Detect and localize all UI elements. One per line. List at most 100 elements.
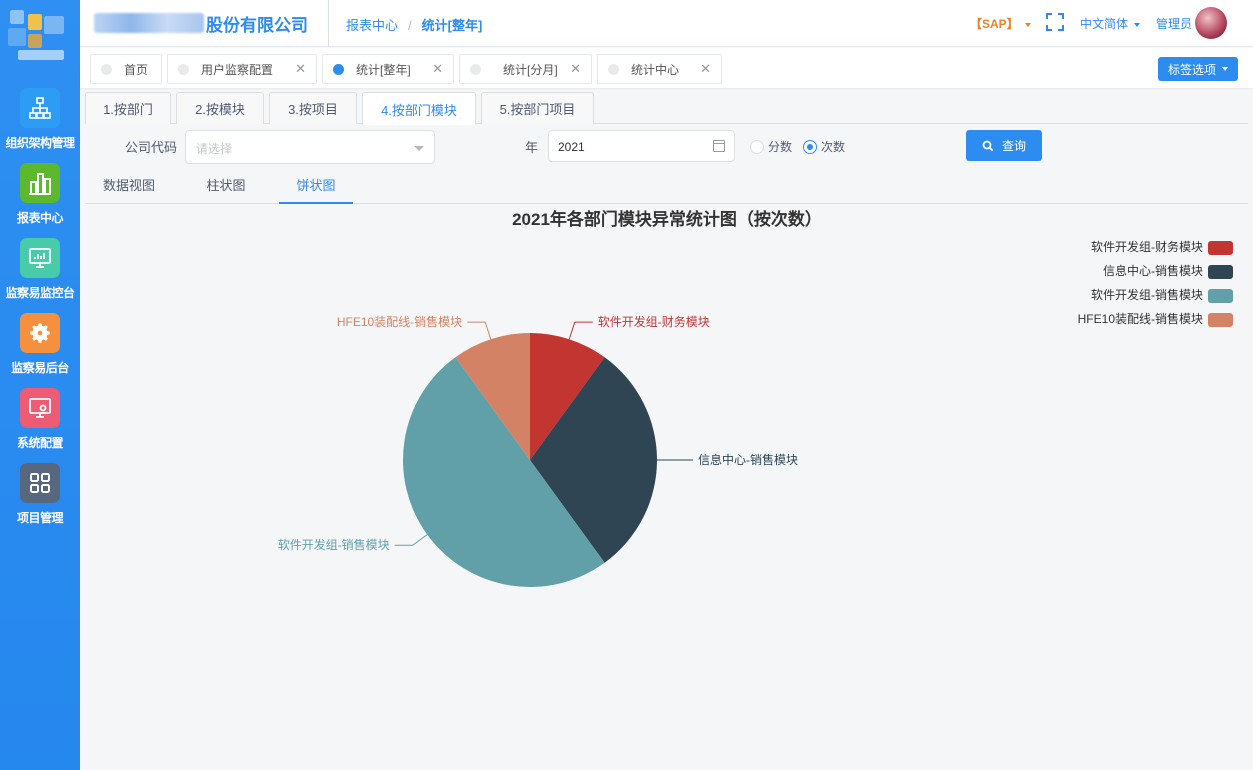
chevron-down-icon	[414, 146, 424, 151]
page-tab-user-config[interactable]: 用户监察配置 ✕	[167, 54, 317, 84]
legend-label[interactable]: 软件开发组-销售模块	[1091, 287, 1203, 302]
sidebar-item-label: 系统配置	[16, 436, 64, 450]
page-tab-stats-center[interactable]: 统计中心 ✕	[597, 54, 722, 84]
slice-label: 软件开发组-销售模块	[278, 537, 390, 552]
company-code-select[interactable]: 请选择	[185, 130, 435, 164]
company-code-placeholder: 请选择	[196, 142, 233, 156]
year-value: 2021	[558, 140, 585, 154]
tag-options-label: 标签选项	[1167, 62, 1216, 77]
chevron-down-icon	[1222, 67, 1228, 71]
header-divider	[328, 0, 329, 47]
legend-swatch[interactable]	[1208, 241, 1233, 255]
year-picker[interactable]: 2021	[548, 130, 735, 162]
view-tab-bar[interactable]: 柱状图	[185, 172, 267, 204]
user-name[interactable]: 管理员	[1156, 15, 1192, 32]
tab-label: 统计[分月]	[503, 62, 558, 77]
tab-dot	[608, 63, 619, 75]
legend-label[interactable]: 信息中心-销售模块	[1103, 263, 1203, 278]
sub-tab-project[interactable]: 3.按项目	[269, 92, 357, 124]
sidebar-item-label: 监察易后台	[11, 361, 69, 375]
view-tab-pie[interactable]: 饼状图	[279, 172, 353, 204]
view-tabs: 数据视图 柱状图 饼状图	[85, 172, 1248, 204]
legend-label[interactable]: HFE10装配线-销售模块	[1078, 311, 1203, 326]
radio-label: 次数	[821, 140, 846, 154]
close-icon[interactable]: ✕	[570, 61, 581, 77]
sidebar-item-project[interactable]: 项目管理	[0, 463, 80, 538]
language-label: 中文简体	[1080, 17, 1129, 31]
sap-dropdown[interactable]: 【SAP】	[970, 15, 1031, 32]
avatar[interactable]	[1195, 7, 1227, 39]
year-label: 年	[525, 140, 539, 155]
breadcrumb-item[interactable]: 报表中心	[346, 18, 398, 33]
sub-tab-dept[interactable]: 1.按部门	[85, 92, 171, 124]
org-chart-icon	[20, 88, 60, 128]
page-tab-home[interactable]: 首页	[90, 54, 162, 84]
tab-dot	[101, 63, 112, 75]
query-label: 查询	[1001, 139, 1026, 153]
search-icon	[982, 140, 994, 151]
query-button[interactable]: 查询	[966, 130, 1042, 161]
legend-label[interactable]: 软件开发组-财务模块	[1091, 239, 1203, 254]
page-tab-year-stats[interactable]: 统计[整年] ✕	[322, 54, 454, 84]
sidebar: 组织架构管理 报表中心 监察易监控台 监察易后台 系统配置 项目管理	[0, 0, 80, 770]
sidebar-item-monitor[interactable]: 监察易监控台	[0, 238, 80, 313]
company-name: 股份有限公司	[94, 10, 308, 36]
tab-dot	[470, 63, 481, 75]
close-icon[interactable]: ✕	[700, 61, 711, 77]
company-suffix: 股份有限公司	[206, 15, 308, 35]
legend-swatch[interactable]	[1208, 313, 1233, 327]
tab-dot	[178, 63, 189, 75]
slice-label: HFE10装配线-销售模块	[337, 314, 462, 329]
radio-score[interactable]: 分数	[750, 138, 792, 155]
monitor-icon	[20, 238, 60, 278]
radio-circle	[750, 139, 764, 154]
fullscreen-icon[interactable]	[1046, 13, 1064, 34]
view-tab-data[interactable]: 数据视图	[85, 172, 173, 204]
tab-label: 用户监察配置	[201, 62, 274, 77]
sidebar-item-org[interactable]: 组织架构管理	[0, 88, 80, 163]
sidebar-item-label: 监察易监控台	[5, 286, 75, 300]
page-tab-month-stats[interactable]: 统计[分月] ✕	[459, 54, 592, 84]
page-tabs-bar: 首页 用户监察配置 ✕ 统计[整年] ✕ 统计[分月] ✕ 统计中心 ✕ 标签选项	[80, 48, 1253, 88]
language-dropdown[interactable]: 中文简体	[1080, 15, 1141, 32]
label-line	[467, 321, 492, 340]
legend-swatch[interactable]	[1208, 289, 1233, 303]
pie-chart: 2021年各部门模块异常统计图（按次数） 软件开发组-财务模块信息中心-销售模块…	[278, 209, 1233, 587]
top-header: 股份有限公司 报表中心 / 统计[整年] 【SAP】 中文简体 管理员	[80, 0, 1253, 47]
tab-label: 首页	[124, 62, 149, 77]
label-line	[568, 321, 593, 340]
slice-label: 软件开发组-财务模块	[598, 314, 710, 329]
company-code-label: 公司代码	[125, 140, 178, 155]
sub-tab-dept-module[interactable]: 4.按部门模块	[362, 92, 476, 125]
sidebar-item-label: 项目管理	[16, 511, 64, 525]
gear-icon	[20, 313, 60, 353]
bar-chart-icon	[20, 163, 60, 203]
breadcrumb: 报表中心 / 统计[整年]	[346, 18, 483, 33]
label-line	[394, 534, 428, 546]
sub-tab-dept-project[interactable]: 5.按部门项目	[481, 92, 594, 124]
sidebar-item-sysconfig[interactable]: 系统配置	[0, 388, 80, 463]
redacted-name	[94, 13, 204, 33]
radio-count[interactable]: 次数	[803, 138, 845, 155]
sap-label: 【SAP】	[970, 17, 1019, 31]
legend-swatch[interactable]	[1208, 265, 1233, 279]
sidebar-item-backend[interactable]: 监察易后台	[0, 313, 80, 388]
radio-circle-checked	[803, 139, 817, 154]
tag-options-button[interactable]: 标签选项	[1158, 57, 1238, 81]
sidebar-item-label: 组织架构管理	[5, 136, 75, 150]
sidebar-item-label: 报表中心	[16, 211, 64, 225]
tab-dot-active	[333, 63, 344, 75]
settings-screen-icon	[20, 388, 60, 428]
sidebar-item-report[interactable]: 报表中心	[0, 163, 80, 238]
radio-label: 分数	[768, 140, 793, 154]
close-icon[interactable]: ✕	[432, 61, 443, 77]
chart-title: 2021年各部门模块异常统计图（按次数）	[512, 209, 822, 229]
calendar-icon	[713, 140, 725, 152]
slice-label: 信息中心-销售模块	[698, 452, 798, 467]
sub-tabs: 1.按部门 2.按模块 3.按项目 4.按部门模块 5.按部门项目	[85, 92, 1248, 125]
chevron-down-icon	[1134, 22, 1141, 27]
tab-label: 统计[整年]	[356, 62, 411, 77]
company-logo	[4, 6, 68, 62]
sub-tab-module[interactable]: 2.按模块	[176, 92, 264, 124]
close-icon[interactable]: ✕	[295, 61, 306, 77]
